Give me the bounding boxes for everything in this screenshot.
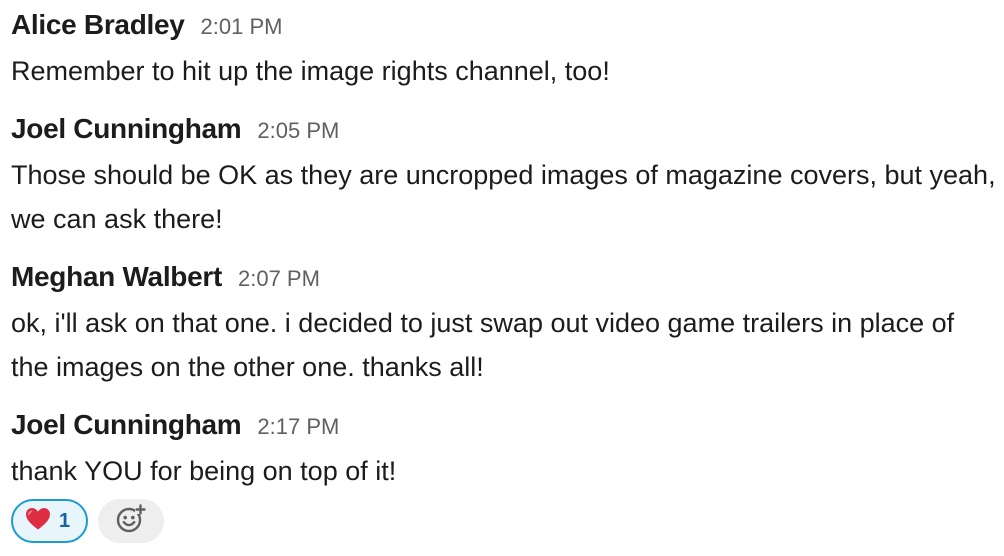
message-text: Those should be OK as they are uncropped…: [11, 160, 996, 234]
message-header: Joel Cunningham 2:17 PM: [11, 409, 996, 441]
message: Alice Bradley 2:01 PM Remember to hit up…: [11, 9, 996, 93]
message-list: Alice Bradley 2:01 PM Remember to hit up…: [0, 0, 1004, 556]
add-reaction-button[interactable]: [98, 499, 165, 543]
author-name[interactable]: Joel Cunningham: [11, 409, 242, 441]
author-name[interactable]: Meghan Walbert: [11, 261, 222, 293]
author-name[interactable]: Alice Bradley: [11, 9, 185, 41]
message: Joel Cunningham 2:05 PM Those should be …: [11, 113, 996, 241]
timestamp[interactable]: 2:07 PM: [238, 266, 320, 292]
reaction-bar: 1: [11, 499, 165, 543]
heart-icon: [25, 507, 51, 536]
timestamp[interactable]: 2:01 PM: [201, 14, 283, 40]
message: Joel Cunningham 2:17 PM thank YOU for be…: [11, 409, 996, 493]
message-header: Meghan Walbert 2:07 PM: [11, 261, 996, 293]
reaction-count: 1: [59, 509, 71, 532]
message: Meghan Walbert 2:07 PM ok, i'll ask on t…: [11, 261, 996, 389]
timestamp[interactable]: 2:17 PM: [257, 414, 339, 440]
add-emoji-icon: [114, 502, 148, 541]
message-text: ok, i'll ask on that one. i decided to j…: [11, 308, 955, 382]
message-header: Alice Bradley 2:01 PM: [11, 9, 996, 41]
timestamp[interactable]: 2:05 PM: [257, 118, 339, 144]
message-text: Remember to hit up the image rights chan…: [11, 56, 610, 86]
author-name[interactable]: Joel Cunningham: [11, 113, 242, 145]
message-header: Joel Cunningham 2:05 PM: [11, 113, 996, 145]
heart-reaction-button[interactable]: 1: [11, 499, 89, 543]
message-text: thank YOU for being on top of it!: [11, 456, 397, 486]
